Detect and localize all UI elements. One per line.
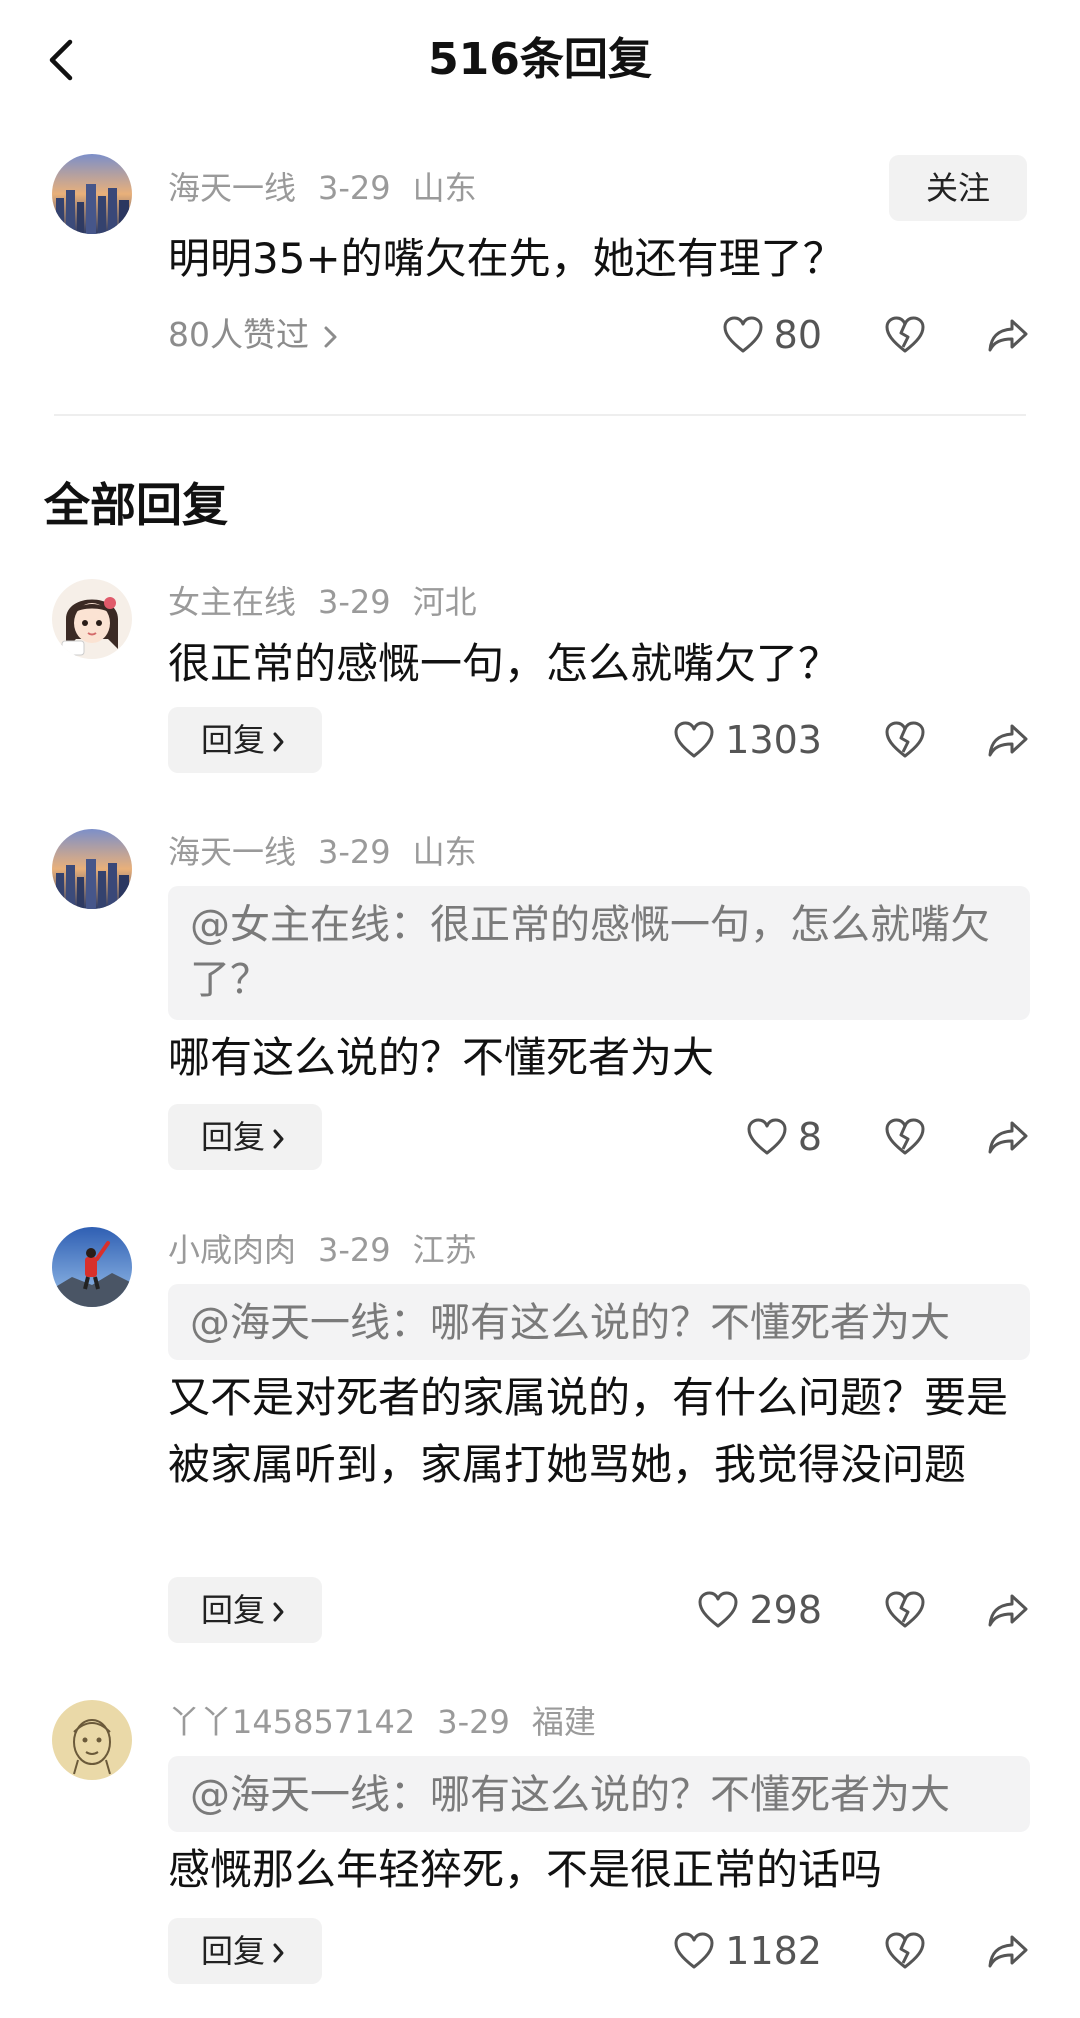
reply-actions: 1303 [673, 710, 1030, 770]
reply-location: 江苏 [412, 1231, 477, 1269]
like-count: 1303 [725, 718, 822, 762]
reply-meta: 丫丫145857142 3-29 福建 [168, 1700, 618, 1744]
cartoon-girl-avatar-image [52, 579, 132, 659]
sketch-face-avatar-image [52, 1700, 132, 1780]
like-count: 1182 [725, 1929, 822, 1973]
reply-location: 山东 [412, 833, 477, 871]
reply-button-label: 回复 [201, 1118, 266, 1156]
top-bar: 516条回复 [0, 0, 1080, 120]
reply-location: 河北 [412, 583, 477, 621]
reply-text: 感慨那么年轻猝死，不是很正常的话吗 [168, 1845, 883, 1894]
share-arrow-icon[interactable] [986, 1590, 1030, 1630]
reply-date: 3-29 [318, 583, 391, 621]
comment-actions: 80 [722, 305, 1030, 365]
like-count: 80 [773, 313, 822, 357]
heart-outline-icon [747, 1118, 787, 1155]
comment-meta: 海天一线 3-29 山东 [168, 166, 499, 210]
username[interactable]: 小咸肉肉 [168, 1231, 296, 1269]
page-title: 516条回复 [428, 34, 652, 85]
heart-outline-icon [674, 1932, 714, 1969]
reply-date: 3-29 [318, 1231, 391, 1269]
chevron-right-icon [273, 1943, 284, 1963]
reply-meta: 海天一线 3-29 山东 [168, 830, 499, 874]
chevron-right-icon [324, 326, 337, 347]
reply-actions: 1182 [673, 1921, 1030, 1981]
username[interactable]: 海天一线 [168, 169, 296, 207]
reply-actions: 298 [697, 1580, 1030, 1640]
like-button[interactable]: 298 [697, 1588, 822, 1632]
avatar-main-comment[interactable] [52, 154, 132, 234]
reply-location: 福建 [531, 1703, 596, 1741]
heart-outline-icon [698, 1591, 738, 1628]
broken-heart-icon[interactable] [884, 315, 926, 355]
reply-date: 3-29 [318, 833, 391, 871]
username[interactable]: 丫丫145857142 [168, 1703, 415, 1741]
reply-date: 3-29 [437, 1703, 510, 1741]
share-arrow-icon[interactable] [986, 720, 1030, 760]
reply-text: 又不是对死者的家属说的，有什么问题？要是被家属听到，家属打她骂她，我觉得没问题 [168, 1373, 1009, 1489]
heart-outline-icon [674, 721, 714, 758]
quoted-reply: @女主在线：很正常的感慨一句，怎么就嘴欠了？ [168, 886, 1030, 1020]
reply-button-label: 回复 [201, 721, 266, 759]
like-button[interactable]: 1182 [673, 1929, 822, 1973]
quoted-reply: @海天一线：哪有这么说的？不懂死者为大 [168, 1756, 1030, 1832]
follow-button[interactable]: 关注 [889, 155, 1027, 221]
share-arrow-icon[interactable] [986, 1117, 1030, 1157]
likers-count-text: 80人赞过 [168, 315, 309, 354]
reply-meta: 女主在线 3-29 河北 [168, 580, 499, 624]
reply-text: 哪有这么说的？不懂死者为大 [168, 1033, 715, 1082]
city-skyline-avatar-image [52, 154, 132, 234]
broken-heart-icon[interactable] [884, 1931, 926, 1971]
like-button[interactable]: 8 [746, 1115, 822, 1159]
reply-button-label: 回复 [201, 1591, 266, 1629]
comment-location: 山东 [412, 169, 477, 207]
reply-meta: 小咸肉肉 3-29 江苏 [168, 1228, 499, 1272]
chevron-right-icon [273, 1602, 284, 1622]
username[interactable]: 海天一线 [168, 833, 296, 871]
broken-heart-icon[interactable] [884, 1117, 926, 1157]
share-arrow-icon[interactable] [986, 315, 1030, 355]
quoted-reply: @海天一线：哪有这么说的？不懂死者为大 [168, 1284, 1030, 1360]
section-title: 全部回复 [44, 478, 228, 532]
like-count: 8 [797, 1115, 822, 1159]
divider [54, 414, 1026, 416]
avatar-reply[interactable] [52, 1227, 132, 1307]
like-count: 298 [749, 1588, 822, 1632]
avatar-reply[interactable] [52, 579, 132, 659]
username[interactable]: 女主在线 [168, 583, 296, 621]
avatar-reply[interactable] [52, 1700, 132, 1780]
likers-link[interactable]: 80人赞过 [168, 310, 341, 360]
reply-button[interactable]: 回复 [168, 1577, 322, 1643]
city-skyline-avatar-image [52, 829, 132, 909]
reply-text: 很正常的感慨一句，怎么就嘴欠了？ [168, 639, 841, 688]
comment-date: 3-29 [318, 169, 391, 207]
avatar-reply[interactable] [52, 829, 132, 909]
like-button[interactable]: 1303 [673, 718, 822, 762]
chevron-right-icon [273, 732, 284, 752]
share-arrow-icon[interactable] [986, 1931, 1030, 1971]
reply-button[interactable]: 回复 [168, 1104, 322, 1170]
reply-button[interactable]: 回复 [168, 707, 322, 773]
like-button[interactable]: 80 [722, 313, 822, 357]
climber-avatar-image [52, 1227, 132, 1307]
comment-text: 明明35+的嘴欠在先，她还有理了？ [168, 234, 845, 283]
broken-heart-icon[interactable] [884, 720, 926, 760]
reply-actions: 8 [746, 1107, 1030, 1167]
heart-outline-icon [723, 316, 763, 353]
chevron-right-icon [273, 1129, 284, 1149]
broken-heart-icon[interactable] [884, 1590, 926, 1630]
reply-button[interactable]: 回复 [168, 1918, 322, 1984]
reply-button-label: 回复 [201, 1932, 266, 1970]
